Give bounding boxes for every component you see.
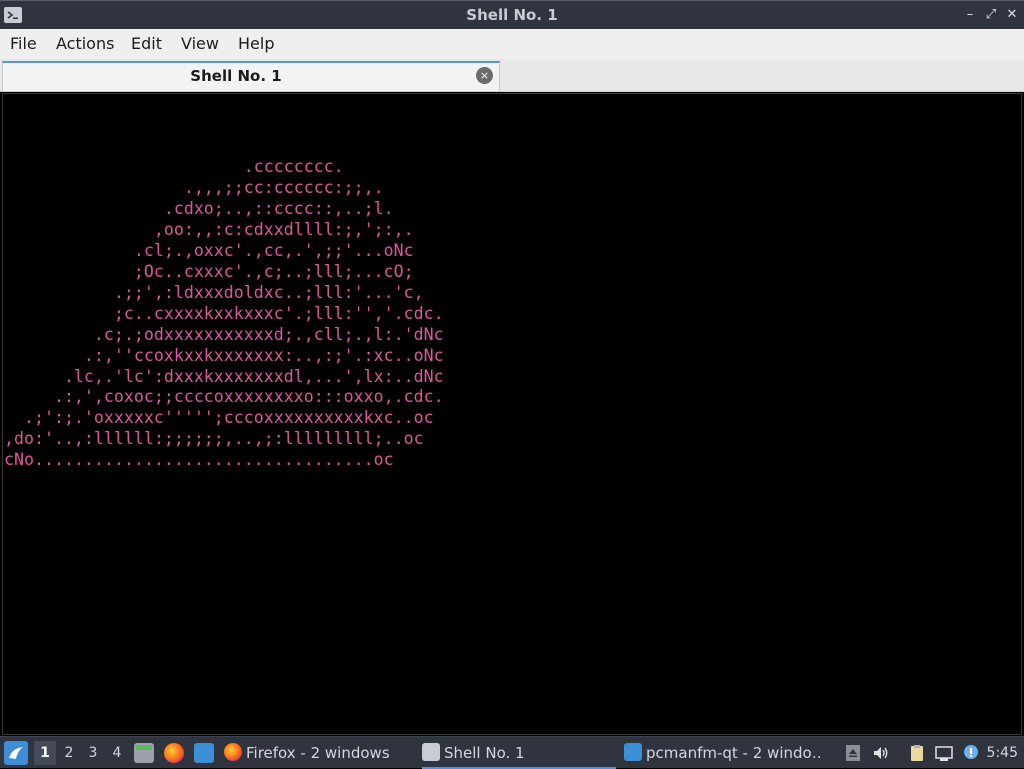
- tab-label: Shell No. 1: [190, 67, 282, 85]
- desktop-2-button[interactable]: 2: [58, 741, 80, 765]
- tab-shell-1[interactable]: Shell No. 1 ×: [2, 61, 500, 91]
- firefox-icon: [224, 743, 242, 761]
- menu-bar: File Actions Edit View Help: [0, 29, 1024, 59]
- file-manager-icon[interactable]: [134, 743, 154, 763]
- task-pcmanfm[interactable]: pcmanfm-qt - 2 windo…: [624, 737, 820, 769]
- task-shell[interactable]: Shell No. 1: [422, 737, 616, 769]
- maximize-button[interactable]: ⤢: [981, 5, 1001, 25]
- terminal-window: Shell No. 1 – ⤢ ✕ File Actions Edit View…: [0, 0, 1024, 736]
- show-desktop-icon[interactable]: [194, 743, 214, 763]
- taskbar: 1 2 3 4 Firefox - 2 windows Shell No. 1 …: [0, 736, 1024, 769]
- ascii-logo: .cccccccc. .,,,;;cc:cccccc:;;,. .cdxo;..…: [4, 157, 444, 470]
- task-label: Shell No. 1: [444, 744, 525, 762]
- task-firefox[interactable]: Firefox - 2 windows: [224, 737, 416, 769]
- folder-icon: [624, 743, 642, 761]
- clipboard-icon[interactable]: [908, 744, 926, 762]
- task-label: Firefox - 2 windows: [246, 744, 390, 762]
- update-icon[interactable]: [962, 744, 980, 762]
- terminal-icon: [422, 743, 440, 761]
- minimize-button[interactable]: –: [960, 5, 980, 25]
- eject-icon[interactable]: [844, 744, 862, 762]
- terminal-output[interactable]: .cccccccc. .,,,;;cc:cccccc:;;,. .cdxo;..…: [2, 93, 1022, 735]
- menu-file[interactable]: File: [10, 34, 37, 53]
- desktop-1-button[interactable]: 1: [34, 741, 56, 765]
- title-bar[interactable]: Shell No. 1 – ⤢ ✕: [0, 0, 1024, 29]
- desktop-4-button[interactable]: 4: [106, 741, 128, 765]
- network-icon[interactable]: [935, 744, 953, 762]
- firefox-icon[interactable]: [164, 743, 184, 763]
- desktop-3-button[interactable]: 3: [82, 741, 104, 765]
- menu-edit[interactable]: Edit: [131, 34, 162, 53]
- menu-help[interactable]: Help: [238, 34, 274, 53]
- task-label: pcmanfm-qt - 2 windo…: [646, 744, 820, 762]
- tab-close-icon[interactable]: ×: [476, 67, 493, 84]
- window-title: Shell No. 1: [466, 6, 558, 24]
- volume-icon[interactable]: [872, 744, 890, 762]
- close-button[interactable]: ✕: [1002, 5, 1022, 25]
- start-menu-icon[interactable]: [4, 741, 28, 765]
- clock[interactable]: 5:45: [987, 737, 1018, 769]
- menu-actions[interactable]: Actions: [56, 34, 114, 53]
- menu-view[interactable]: View: [181, 34, 219, 53]
- tab-bar: Shell No. 1 ×: [0, 59, 1024, 92]
